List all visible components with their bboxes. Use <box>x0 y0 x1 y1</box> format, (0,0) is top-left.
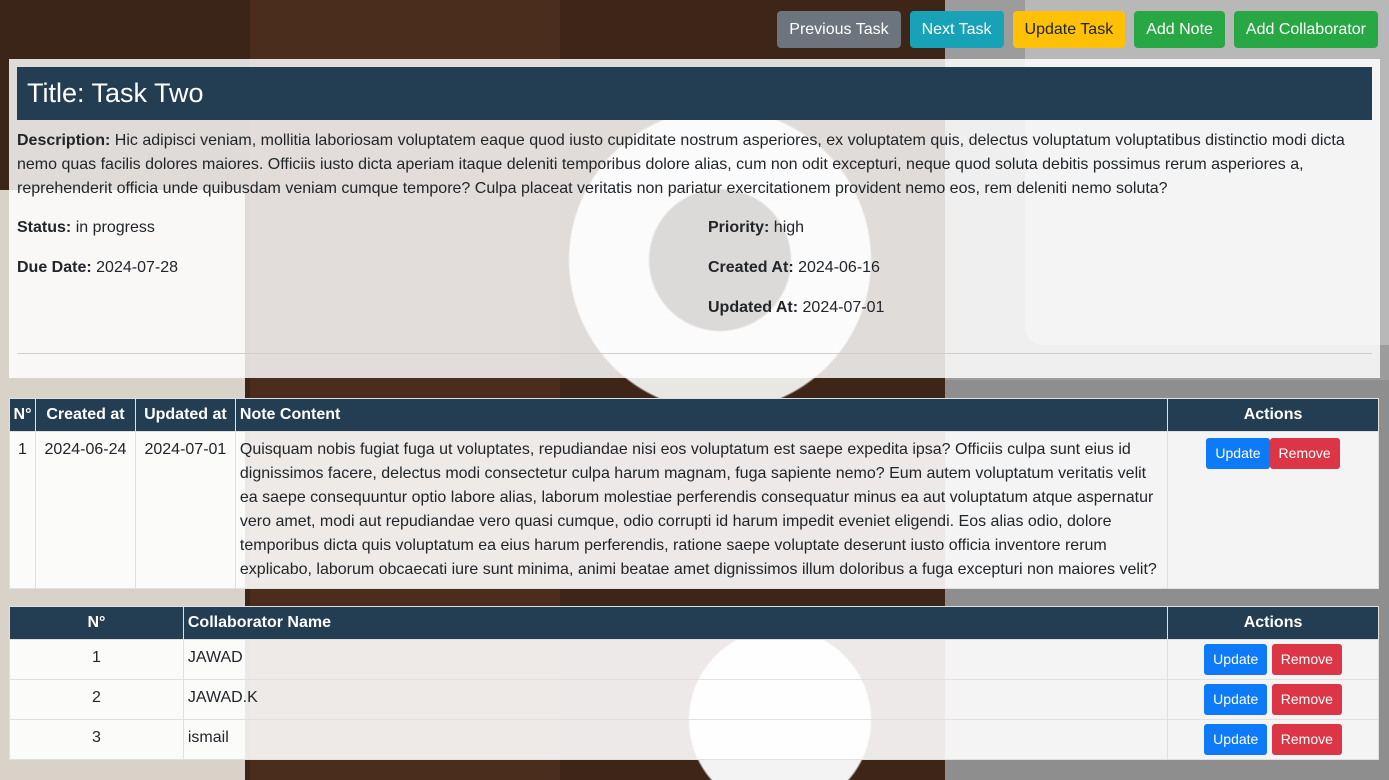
add-collaborator-button[interactable]: Add Collaborator <box>1233 11 1378 48</box>
table-row: 3 ismail Update Remove <box>9 719 1379 760</box>
notes-table: N° Created at Updated at Note Content Ac… <box>9 398 1379 589</box>
priority-value: high <box>773 219 805 236</box>
collaborator-number: 2 <box>9 679 184 720</box>
due-date-field: Due Date: 2024-07-28 <box>17 259 178 277</box>
note-number: 1 <box>9 431 36 589</box>
updated-at-value: 2024-07-01 <box>802 299 885 316</box>
collaborator-name: JAWAD.K <box>182 679 1169 720</box>
previous-task-button[interactable]: Previous Task <box>777 11 901 48</box>
created-at-field: Created At: 2024-06-16 <box>708 259 880 277</box>
task-description: Description: Hic adipisci veniam, mollit… <box>17 129 1372 201</box>
description-label: Description: <box>17 132 111 149</box>
notes-header-content: Note Content <box>234 398 1169 432</box>
due-date-label: Due Date: <box>17 259 92 276</box>
table-row: 1 JAWAD Update Remove <box>9 639 1379 680</box>
updated-at-field: Updated At: 2024-07-01 <box>708 299 884 317</box>
task-toolbar: Previous Task Next Task Update Task Add … <box>777 11 1378 48</box>
collaborator-actions: Update Remove <box>1167 679 1379 720</box>
table-row: 2 JAWAD.K Update Remove <box>9 679 1379 720</box>
update-task-button[interactable]: Update Task <box>1012 11 1126 48</box>
next-task-button[interactable]: Next Task <box>909 11 1004 48</box>
task-title: Title: Task Two <box>17 67 1372 120</box>
notes-header-updated: Updated at <box>134 398 236 432</box>
collaborator-number: 3 <box>9 719 184 760</box>
update-collaborator-button[interactable]: Update <box>1204 684 1268 715</box>
created-at-label: Created At: <box>708 259 794 276</box>
updated-at-label: Updated At: <box>708 299 799 316</box>
collaborators-header-actions: Actions <box>1167 606 1379 640</box>
collaborator-actions: Update Remove <box>1167 639 1379 680</box>
note-actions: Update Remove <box>1167 431 1379 589</box>
status-value: in progress <box>75 219 155 236</box>
priority-label: Priority: <box>708 219 770 236</box>
update-collaborator-button[interactable]: Update <box>1204 644 1268 675</box>
note-content: Quisquam nobis fugiat fuga ut voluptates… <box>234 431 1169 589</box>
collaborators-table: N° Collaborator Name Actions 1 JAWAD Upd… <box>9 606 1379 760</box>
notes-header-number: N° <box>9 398 36 432</box>
description-text: Hic adipisci veniam, mollitia laboriosam… <box>17 132 1345 197</box>
collaborator-name: ismail <box>182 719 1169 760</box>
notes-header-created: Created at <box>34 398 136 432</box>
notes-header-row: N° Created at Updated at Note Content Ac… <box>9 398 1379 432</box>
update-collaborator-button[interactable]: Update <box>1204 724 1268 755</box>
remove-collaborator-button[interactable]: Remove <box>1271 684 1342 715</box>
collaborator-number: 1 <box>9 639 184 680</box>
collaborators-header-row: N° Collaborator Name Actions <box>9 606 1379 640</box>
collaborator-name: JAWAD <box>182 639 1169 680</box>
status-label: Status: <box>17 219 72 236</box>
table-row: 1 2024-06-24 2024-07-01 Quisquam nobis f… <box>9 431 1379 589</box>
collaborators-header-number: N° <box>9 606 184 640</box>
remove-collaborator-button[interactable]: Remove <box>1271 724 1342 755</box>
note-updated: 2024-07-01 <box>134 431 236 589</box>
due-date-value: 2024-07-28 <box>96 259 178 276</box>
remove-note-button[interactable]: Remove <box>1269 438 1340 469</box>
divider <box>17 353 1372 354</box>
notes-header-actions: Actions <box>1167 398 1379 432</box>
priority-field: Priority: high <box>708 219 804 237</box>
update-note-button[interactable]: Update <box>1206 438 1270 469</box>
collaborator-actions: Update Remove <box>1167 719 1379 760</box>
remove-collaborator-button[interactable]: Remove <box>1271 644 1342 675</box>
note-created: 2024-06-24 <box>34 431 136 589</box>
created-at-value: 2024-06-16 <box>798 259 880 276</box>
collaborators-header-name: Collaborator Name <box>182 606 1169 640</box>
task-details-card: Title: Task Two Description: Hic adipisc… <box>9 59 1380 378</box>
status-field: Status: in progress <box>17 219 155 237</box>
add-note-button[interactable]: Add Note <box>1134 11 1225 48</box>
